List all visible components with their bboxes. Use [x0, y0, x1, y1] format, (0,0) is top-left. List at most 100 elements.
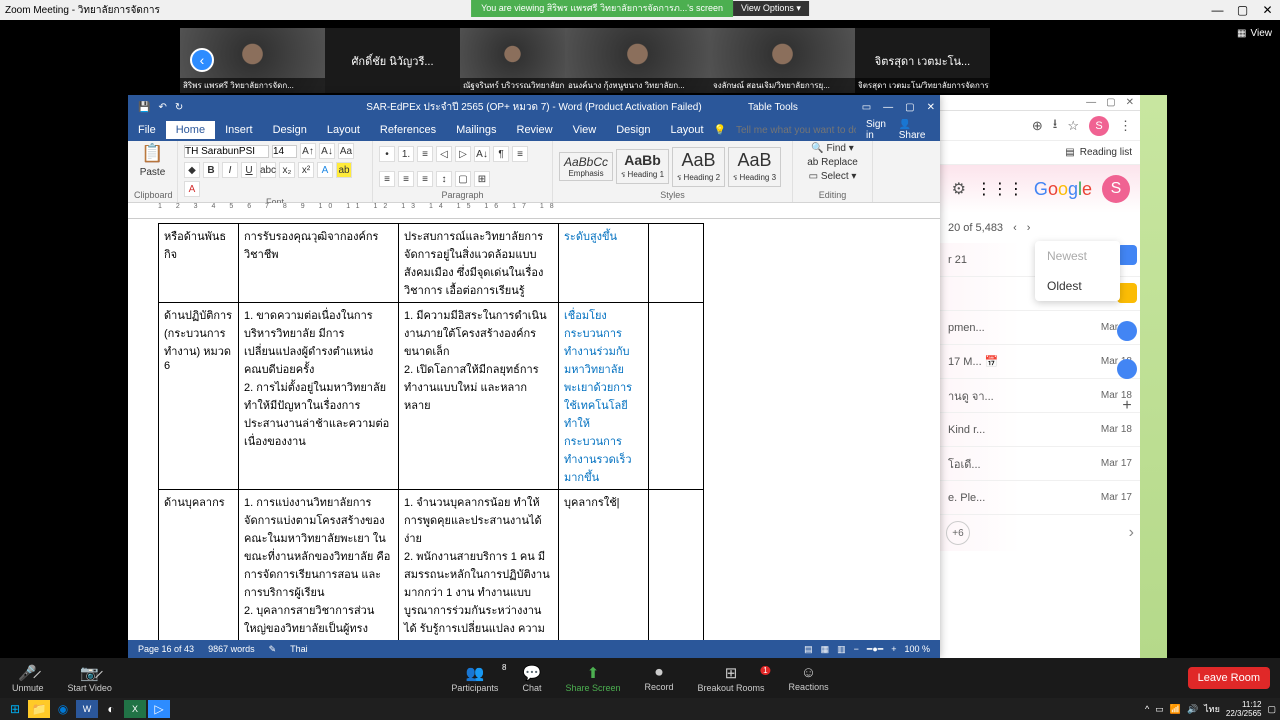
tab-table-layout[interactable]: Layout [660, 121, 713, 139]
multilevel-icon[interactable]: ≡ [417, 146, 433, 162]
pager-next-icon[interactable]: › [1027, 222, 1031, 234]
gmail-avatar[interactable]: S [1102, 175, 1130, 203]
reading-list-button[interactable]: Reading list [1080, 147, 1132, 158]
maximize-icon[interactable]: ▢ [1106, 97, 1115, 108]
contacts-icon[interactable] [1117, 359, 1137, 379]
tab-file[interactable]: File [128, 121, 166, 139]
excel-taskbar-icon[interactable]: X [124, 700, 146, 718]
view-read-icon[interactable]: ▤ [804, 644, 813, 655]
subscript-icon[interactable]: x₂ [279, 162, 295, 178]
style-emphasis[interactable]: AaBbCcEmphasis [559, 152, 613, 181]
superscript-icon[interactable]: x² [298, 162, 314, 178]
find-button[interactable]: 🔍 Find ▾ [811, 143, 854, 154]
sort-newest[interactable]: Newest [1035, 241, 1120, 271]
participant-tile[interactable]: ศักดิ์ชัย นิวัญวรี... [325, 28, 460, 93]
tab-references[interactable]: References [370, 121, 446, 139]
select-button[interactable]: ▭ Select ▾ [809, 171, 857, 182]
sort-oldest[interactable]: Oldest [1035, 271, 1120, 301]
word-taskbar-icon[interactable]: W [76, 700, 98, 718]
wifi-icon[interactable]: 📶 [1170, 704, 1181, 715]
battery-icon[interactable]: ▭ [1155, 704, 1164, 715]
clock[interactable]: 11:12 22/3/2565 [1226, 700, 1262, 718]
paste-button[interactable]: Paste [140, 167, 166, 178]
replace-button[interactable]: ab Replace [807, 157, 858, 168]
clear-format-icon[interactable]: ◆ [184, 162, 200, 178]
notifications-icon[interactable]: ▢ [1267, 704, 1276, 715]
font-color-icon[interactable]: A [184, 181, 200, 197]
participant-tile[interactable]: อนงค์นาง กุ้งหนูขนาง วิทยาลัยก... [565, 28, 710, 93]
view-options-button[interactable]: View Options ▾ [733, 1, 809, 16]
start-video-button[interactable]: 📷̷Start Video [56, 664, 124, 693]
zoom-taskbar-icon[interactable]: ▷ [148, 700, 170, 718]
word-count[interactable]: 9867 words [208, 644, 255, 654]
participant-tile[interactable]: จิตรสุดา เวตมะโน...จิตรสุดา เวตมะโน/วิทย… [855, 28, 990, 93]
participant-tile[interactable]: ณัฐจรินทร์ บริวรรณวิทยาลัยการจ... [460, 28, 565, 93]
shading-icon[interactable]: ▢ [455, 171, 471, 187]
spell-check-icon[interactable]: ✎ [269, 644, 277, 655]
maximize-icon[interactable]: ▢ [1230, 3, 1255, 17]
sign-in-button[interactable]: Sign in [866, 119, 889, 141]
font-name-input[interactable] [184, 145, 269, 158]
volume-icon[interactable]: 🔊 [1187, 704, 1198, 715]
email-row[interactable]: โอเดี...Mar 17 [940, 447, 1140, 481]
chevron-right-icon[interactable]: › [1129, 524, 1134, 542]
calendar-icon[interactable] [1117, 245, 1137, 265]
unmute-button[interactable]: 🎤̷Unmute [0, 664, 56, 693]
email-row[interactable]: านดู จา...Mar 18 [940, 379, 1140, 413]
undo-icon[interactable]: ↶ [158, 102, 166, 113]
bullets-icon[interactable]: • [379, 146, 395, 162]
download-icon[interactable]: ⭳ [1053, 115, 1058, 137]
minimize-icon[interactable]: — [1205, 3, 1230, 17]
maximize-icon[interactable]: ▢ [905, 102, 914, 113]
bold-icon[interactable]: B [203, 162, 219, 178]
borders-icon[interactable]: ⊞ [474, 171, 490, 187]
align-center-icon[interactable]: ≡ [379, 171, 395, 187]
language-indicator[interactable]: ไทย [1204, 702, 1220, 716]
participant-tile[interactable]: จงลักษณ์ สอนเจิม/วิทยาลัยการยุ... [710, 28, 855, 93]
paste-icon[interactable]: 📋 [141, 143, 163, 164]
ribbon-display-icon[interactable]: ▭ [862, 102, 871, 113]
tab-view[interactable]: View [563, 121, 607, 139]
menu-icon[interactable]: ⋮ [1119, 118, 1132, 134]
tab-review[interactable]: Review [507, 121, 563, 139]
zoom-icon[interactable]: ⊕ [1032, 118, 1043, 134]
share-button[interactable]: 👤 Share [899, 119, 930, 141]
participants-button[interactable]: 👥Participants8 [439, 664, 510, 693]
line-spacing-icon[interactable]: ↕ [436, 171, 452, 187]
align-right-icon[interactable]: ≡ [398, 171, 414, 187]
minimize-icon[interactable]: — [883, 102, 893, 113]
strikethrough-icon[interactable]: abc [260, 162, 276, 178]
zoom-slider[interactable]: ━●━ [867, 644, 883, 655]
tab-insert[interactable]: Insert [215, 121, 263, 139]
style-heading1[interactable]: AaBbร Heading 1 [616, 149, 669, 184]
record-button[interactable]: ⏺Record [633, 664, 686, 693]
decrease-font-icon[interactable]: A↓ [319, 143, 335, 159]
chrome-taskbar-icon[interactable]: ◐ [100, 700, 122, 718]
show-marks-icon[interactable]: ¶ [493, 146, 509, 162]
style-heading3[interactable]: AaBร Heading 3 [728, 147, 781, 187]
tray-chevron-icon[interactable]: ^ [1145, 704, 1149, 714]
decrease-indent-icon[interactable]: ◁ [436, 146, 452, 162]
reactions-button[interactable]: ☺Reactions [777, 664, 841, 693]
keep-icon[interactable] [1117, 283, 1137, 303]
file-explorer-icon[interactable]: 📁 [28, 700, 50, 718]
add-icon[interactable]: + [1122, 397, 1131, 415]
sort-icon[interactable]: A↓ [474, 146, 490, 162]
profile-avatar[interactable]: S [1089, 116, 1109, 136]
increase-font-icon[interactable]: A↑ [300, 143, 316, 159]
star-icon[interactable]: ☆ [1067, 118, 1079, 134]
numbering-icon[interactable]: 1. [398, 146, 414, 162]
breakout-button[interactable]: ⊞Breakout Rooms1 [686, 664, 777, 693]
close-icon[interactable]: ✕ [927, 102, 935, 113]
apps-icon[interactable]: ⋮⋮⋮ [976, 179, 1024, 199]
tab-layout[interactable]: Layout [317, 121, 370, 139]
font-size-input[interactable] [272, 145, 297, 158]
more-badge[interactable]: +6 [946, 521, 970, 545]
tab-design[interactable]: Design [263, 121, 317, 139]
view-layout-button[interactable]: ▦ View [1237, 28, 1272, 39]
redo-icon[interactable]: ↻ [175, 102, 183, 113]
language-button[interactable]: Thai [290, 644, 308, 654]
tab-mailings[interactable]: Mailings [446, 121, 506, 139]
prev-video-arrow[interactable]: ‹ [190, 48, 214, 72]
document-area[interactable]: หรือด้านพันธกิจ การรับรองคุณวุฒิจากองค์ก… [128, 219, 940, 640]
